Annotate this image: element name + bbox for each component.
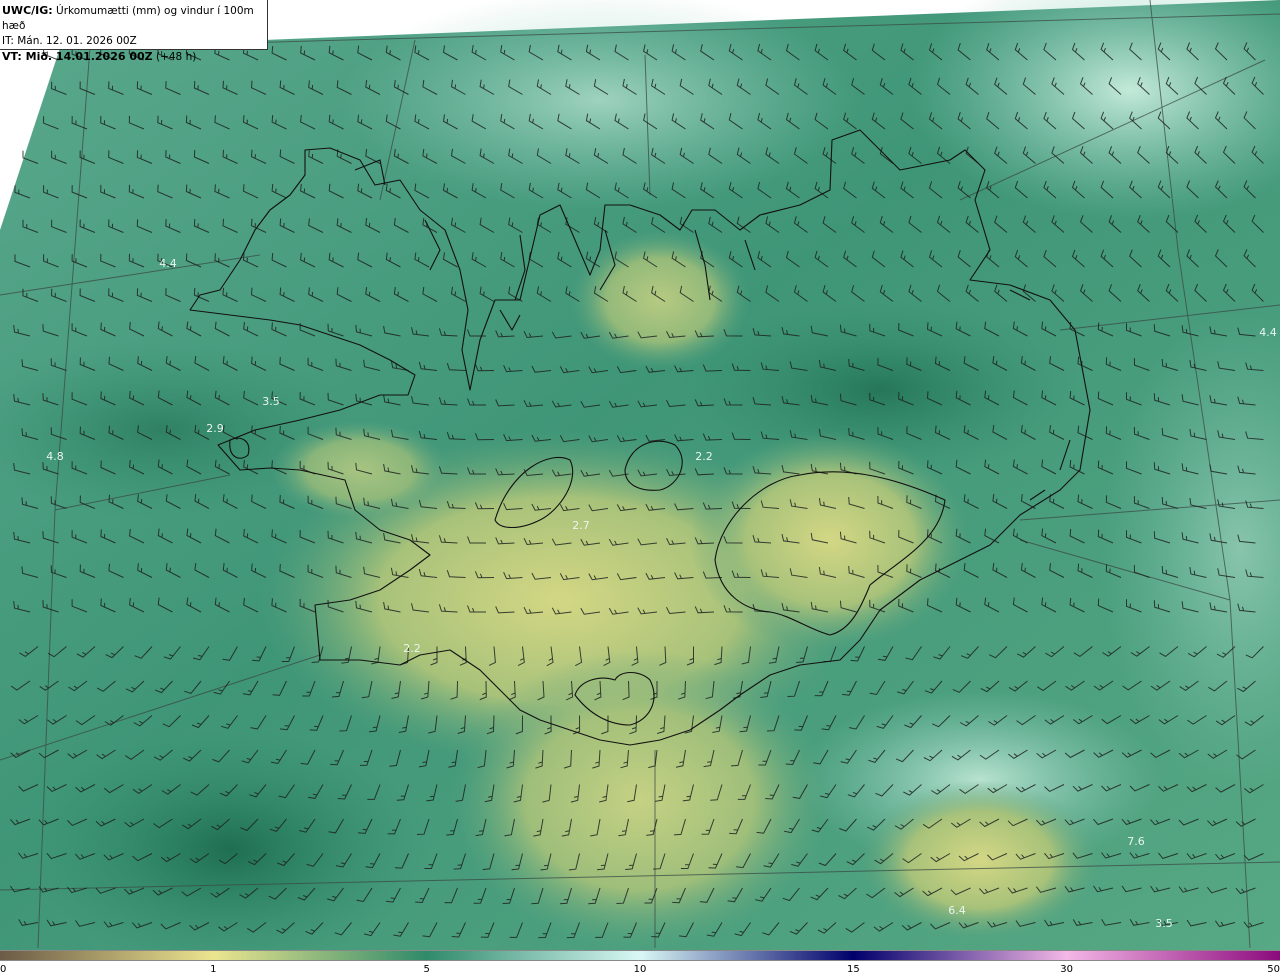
colorbar-tick-30: 30: [1060, 964, 1074, 975]
precip-value-1: 4.4: [1259, 326, 1277, 339]
precip-value-7: 2.2: [403, 642, 421, 655]
colorbar-tick-50: 50: [1267, 964, 1280, 975]
forecast-map: 4.44.44.83.52.92.22.72.27.66.43.56.4: [0, 0, 1280, 950]
precip-value-2: 4.8: [46, 450, 64, 463]
forecast-lead: (+48 h): [152, 51, 197, 63]
info-box: UWC/IG: Úrkomumætti (mm) og vindur í 100…: [0, 0, 268, 63]
precip-value-0: 4.4: [159, 257, 177, 270]
precip-value-10: 3.5: [1155, 917, 1173, 930]
colorbar-legend: 0 1 5 10 15 30 50: [0, 950, 1280, 978]
precip-value-5: 2.2: [695, 450, 713, 463]
valid-time: VT: Mið. 14.01.2026 00Z: [2, 50, 153, 63]
precip-value-4: 2.9: [206, 422, 224, 435]
precip-value-9: 6.4: [948, 904, 966, 917]
colorbar: [0, 950, 1280, 961]
colorbar-tick-1: 1: [210, 964, 217, 975]
precip-value-6: 2.7: [572, 519, 590, 532]
precip-value-8: 7.6: [1127, 835, 1145, 848]
colorbar-tick-15: 15: [846, 964, 860, 975]
model-code: UWC/IG:: [2, 4, 53, 17]
init-time: IT: Mán. 12. 01. 2026 00Z: [2, 35, 137, 47]
colorbar-tick-5: 5: [423, 964, 430, 975]
colorbar-tick-10: 10: [633, 964, 647, 975]
colorbar-tick-0: 0: [0, 964, 7, 975]
precip-value-3: 3.5: [262, 395, 280, 408]
